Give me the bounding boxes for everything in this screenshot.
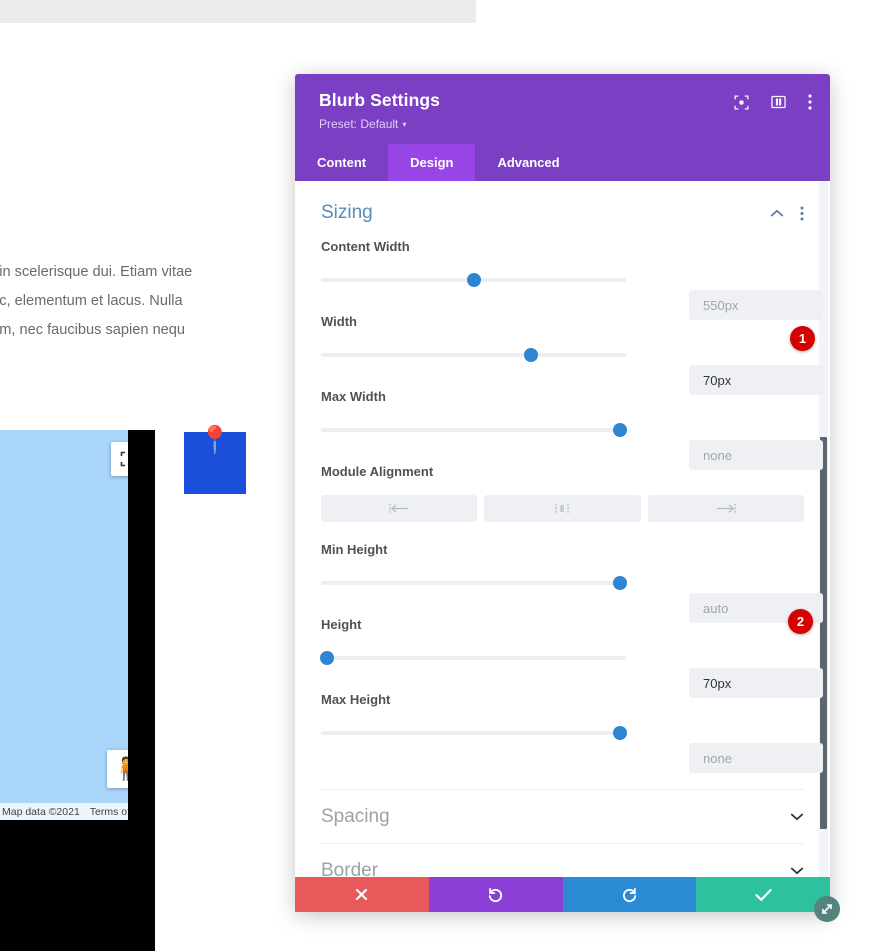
redo-button[interactable]	[562, 877, 697, 912]
field-label: Content Width	[321, 239, 410, 254]
slider-track	[321, 581, 626, 585]
section-border[interactable]: Border	[321, 843, 804, 877]
modal-body: Sizing Content Width 550px Width 70px Ma…	[295, 181, 830, 877]
module-alignment-options	[321, 495, 804, 522]
section-title: Spacing	[321, 805, 390, 827]
chevron-up-icon[interactable]	[770, 209, 784, 218]
tab-advanced[interactable]: Advanced	[475, 144, 581, 181]
field-content-width: Content Width 550px	[321, 239, 823, 320]
min-height-slider[interactable]	[321, 573, 627, 593]
modal-tabs: Content Design Advanced	[295, 144, 830, 181]
max-width-slider[interactable]	[321, 420, 627, 440]
max-height-input[interactable]: none	[689, 743, 823, 773]
decorative-curve	[0, 820, 155, 951]
undo-icon	[487, 886, 504, 903]
height-slider[interactable]	[320, 648, 626, 668]
modal-header-icons	[734, 94, 812, 110]
section-header-sizing[interactable]: Sizing	[321, 187, 804, 239]
max-height-slider[interactable]	[321, 723, 627, 743]
modal-resize-handle[interactable]	[814, 896, 840, 922]
height-input[interactable]: 70px	[689, 668, 823, 698]
checkmark-icon	[755, 888, 772, 902]
field-module-alignment: Module Alignment	[321, 464, 804, 522]
blurb-settings-modal: Blurb Settings Preset: Default ▾ Content…	[295, 74, 840, 922]
save-button[interactable]	[696, 877, 830, 912]
slider-track	[321, 656, 626, 660]
slider-track	[321, 731, 626, 735]
align-center-icon	[553, 503, 571, 514]
chevron-down-icon[interactable]	[790, 866, 804, 875]
tab-design[interactable]: Design	[388, 144, 476, 181]
content-width-slider[interactable]	[321, 270, 626, 290]
align-left-button[interactable]	[321, 495, 478, 522]
width-slider[interactable]	[321, 345, 626, 365]
close-x-icon	[354, 887, 369, 902]
field-max-width: Max Width none	[321, 389, 823, 470]
slider-track	[321, 353, 626, 357]
max-width-input[interactable]: none	[689, 440, 823, 470]
slider-track	[321, 428, 626, 432]
chevron-down-icon[interactable]	[790, 812, 804, 821]
preset-selector[interactable]: Preset: Default ▾	[319, 117, 806, 131]
field-label: Min Height	[321, 542, 388, 557]
annotation-badge-1: 1	[790, 326, 815, 351]
modal-footer	[295, 877, 830, 912]
content-width-input[interactable]: 550px	[689, 290, 823, 320]
field-max-height: Max Height none	[321, 692, 823, 773]
slider-thumb[interactable]	[612, 726, 627, 740]
dark-bottom-panel	[0, 820, 155, 951]
more-vertical-icon[interactable]	[808, 94, 812, 110]
slider-thumb[interactable]	[524, 348, 539, 362]
preset-label: Preset: Default	[319, 117, 399, 131]
top-gray-bar	[0, 0, 476, 23]
discard-button[interactable]	[295, 877, 429, 912]
page-title: Blurb Settings	[319, 90, 440, 110]
undo-button[interactable]	[428, 877, 563, 912]
map-pin-icon: 📍	[198, 425, 232, 455]
section-title: Sizing	[321, 202, 373, 223]
focus-target-icon[interactable]	[734, 94, 749, 110]
align-right-button[interactable]	[647, 495, 804, 522]
map-data-copyright: Map data ©2021	[2, 805, 80, 818]
screenshot-root: ntum accumsan. Nunc in scelerisque dui. …	[0, 0, 880, 951]
width-input[interactable]: 70px	[689, 365, 823, 395]
split-layout-icon[interactable]	[771, 95, 786, 109]
slider-thumb[interactable]	[612, 576, 627, 590]
align-center-button[interactable]	[484, 495, 641, 522]
align-left-icon	[389, 503, 409, 514]
chevron-down-icon: ▾	[402, 119, 407, 129]
modal-header: Blurb Settings Preset: Default ▾	[295, 74, 830, 144]
field-min-height: Min Height auto	[321, 542, 823, 623]
annotation-badge-2: 2	[788, 609, 813, 634]
section-spacing[interactable]: Spacing	[321, 789, 804, 843]
settings-content: Sizing Content Width 550px Width 70px Ma…	[295, 187, 830, 877]
tab-content[interactable]: Content	[295, 144, 388, 181]
slider-thumb[interactable]	[612, 423, 627, 437]
blurb-module-preview[interactable]: 📍	[184, 427, 246, 494]
slider-thumb[interactable]	[320, 651, 335, 665]
align-right-icon	[716, 503, 736, 514]
more-vertical-icon[interactable]	[800, 206, 804, 221]
field-width: Width 70px	[321, 314, 823, 395]
resize-diagonal-icon	[820, 902, 834, 916]
field-height: Height 70px	[320, 617, 823, 698]
slider-thumb[interactable]	[466, 273, 481, 287]
redo-icon	[621, 886, 638, 903]
section-title: Border	[321, 859, 379, 878]
